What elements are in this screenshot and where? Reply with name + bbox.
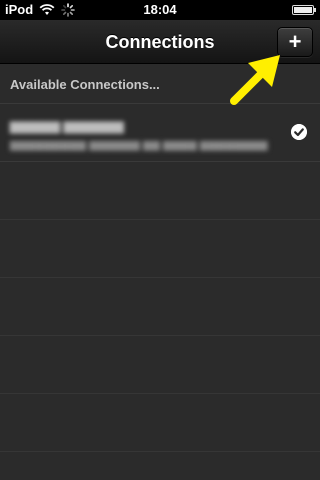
battery-icon (292, 5, 316, 15)
empty-table-row (0, 394, 320, 452)
connection-name-blurred: ▆▆▆▆▆ ▆▆▆▆▆▆ (10, 118, 124, 133)
status-time: 18:04 (143, 2, 177, 17)
section-header-label: Available Connections... (10, 77, 160, 92)
empty-table-row (0, 162, 320, 220)
checkmark-icon (291, 124, 307, 140)
status-bar: iPod 18:04 (0, 0, 320, 20)
battery-level (294, 7, 312, 13)
empty-table-row (0, 220, 320, 278)
empty-table-row (0, 278, 320, 336)
annotation-arrow-icon (230, 55, 280, 105)
connection-detail-blurred: ▆▆▆▆▆▆▆▆▆ ▆▆▆▆▆▆ ▆▆ ▆▆▆▆ ▆▆▆▆▆▆▆▆ (10, 139, 268, 151)
connection-row[interactable]: ▆▆▆▆▆ ▆▆▆▆▆▆ ▆▆▆▆▆▆▆▆▆ ▆▆▆▆▆▆ ▆▆ ▆▆▆▆ ▆▆… (0, 104, 320, 162)
empty-table-row (0, 336, 320, 394)
app-screen: iPod 18:04 Connections + Available Conne… (0, 0, 320, 480)
empty-table-row (0, 452, 320, 480)
